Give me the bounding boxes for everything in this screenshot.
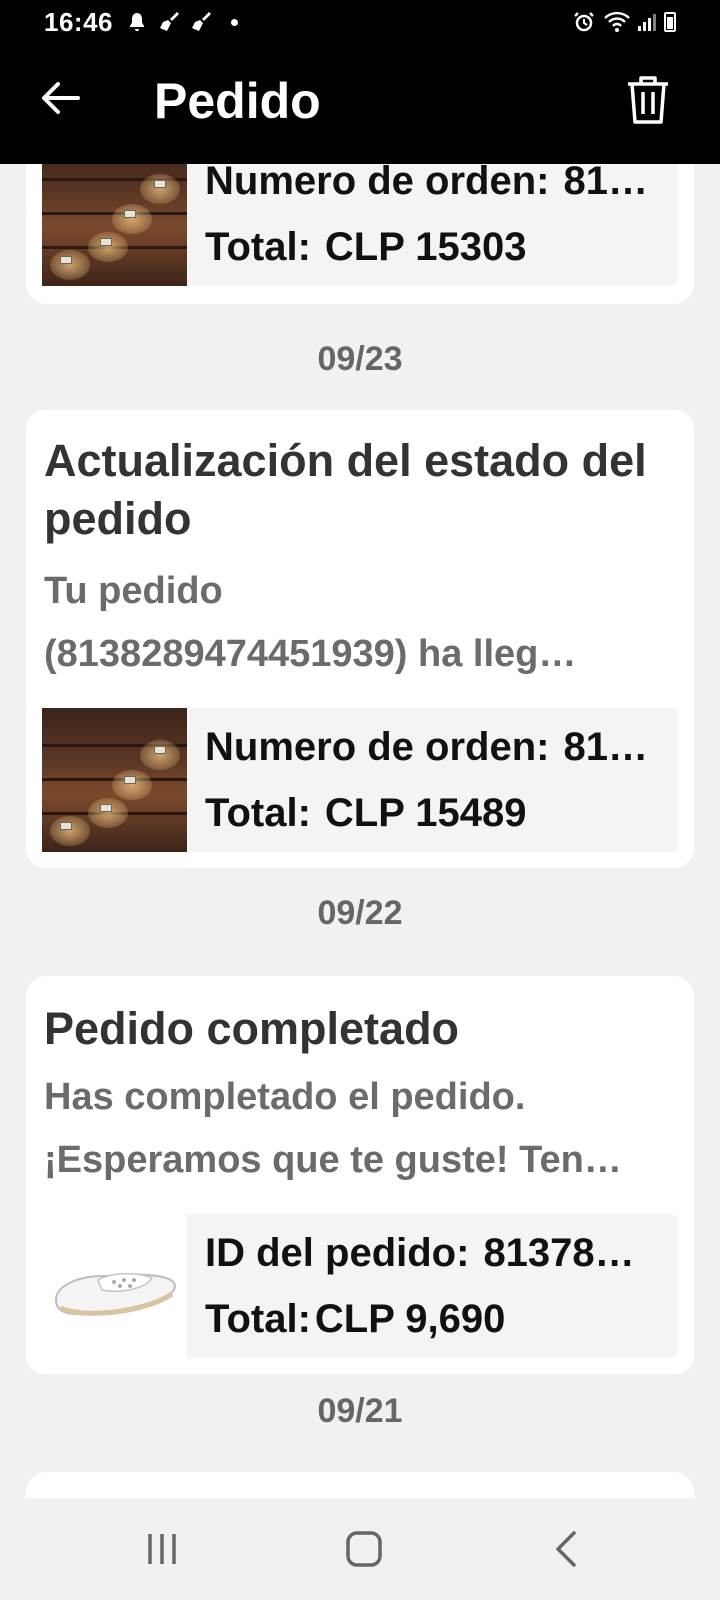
notification-icons	[125, 10, 238, 34]
order-info: Numero de orden: 81… Total: CLP 15489	[187, 708, 678, 852]
system-navigation-bar	[0, 1498, 720, 1600]
total-row: Total: CLP 9,690	[205, 1286, 678, 1352]
order-number-label: Numero de orden:	[205, 164, 550, 203]
home-icon	[346, 1531, 382, 1567]
status-bar: 16:46	[0, 0, 720, 44]
order-summary[interactable]: Numero de orden: 81… Total: CLP 15489	[42, 708, 678, 852]
total-value: CLP 15303	[324, 224, 527, 269]
order-summary[interactable]: ID del pedido: 81378… Total: CLP 9,690	[42, 1214, 678, 1358]
recents-button[interactable]	[132, 1524, 192, 1574]
order-id-row: ID del pedido: 81378…	[205, 1220, 678, 1286]
notification-text-line1: Has completado el pedido.	[44, 1076, 526, 1118]
order-notification-card[interactable]: Actualización del estado del pedido Tu p…	[26, 410, 694, 868]
delete-button[interactable]	[618, 68, 678, 132]
total-label: Total:	[205, 224, 311, 269]
product-thumbnail	[42, 708, 187, 852]
broom-icon	[192, 12, 211, 31]
stair-lights-image	[42, 164, 187, 286]
recents-icon	[148, 1534, 176, 1564]
alarm-bell-icon	[130, 13, 144, 31]
date-header: 09/21	[317, 1392, 403, 1430]
system-back-button[interactable]	[536, 1524, 596, 1574]
total-row: Total: CLP 15303	[205, 214, 678, 280]
order-summary[interactable]: Numero de orden: 81… Total: CLP 15303	[42, 164, 678, 286]
status-time: 16:46	[44, 6, 113, 37]
system-icons	[572, 10, 676, 34]
trash-icon	[628, 76, 668, 124]
more-notifications-dot	[231, 18, 238, 26]
notification-list[interactable]: Numero de orden: 81… Total: CLP 15303 09…	[0, 164, 720, 1498]
order-number-label: Numero de orden:	[205, 724, 550, 769]
order-number-row: Numero de orden: 81…	[205, 714, 678, 780]
white-shoe-image	[54, 1273, 176, 1316]
total-label: Total:	[205, 1296, 311, 1341]
order-number-row: Numero de orden: 81…	[205, 164, 678, 214]
notification-text-line1: Tu pedido	[44, 570, 223, 612]
arrow-left-icon	[42, 82, 80, 114]
notification-text-line2: ¡Esperamos que te guste! Ten…	[44, 1139, 622, 1181]
notification-title: Actualización del estado del pedido	[44, 435, 647, 544]
back-button[interactable]	[30, 68, 90, 128]
date-header: 09/22	[317, 894, 403, 932]
date-header: 09/23	[317, 340, 403, 378]
total-row: Total: CLP 15489	[205, 780, 678, 846]
notification-title: Pedido completado	[44, 1003, 460, 1054]
wifi-icon	[604, 11, 630, 32]
order-notification-card[interactable]: Pedido completado Has completado el pedi…	[26, 976, 694, 1374]
order-notification-card[interactable]	[26, 1472, 694, 1498]
order-id-value: 81378…	[483, 1230, 635, 1275]
order-id-label: ID del pedido:	[205, 1230, 470, 1275]
home-button[interactable]	[334, 1524, 394, 1574]
order-notification-card[interactable]: Numero de orden: 81… Total: CLP 15303	[26, 164, 694, 304]
battery-icon	[664, 12, 676, 32]
notification-text-line2: (8138289474451939) ha lleg…	[44, 633, 577, 675]
stair-lights-image	[42, 708, 187, 852]
order-info: ID del pedido: 81378… Total: CLP 9,690	[187, 1214, 678, 1358]
total-label: Total:	[205, 790, 311, 835]
order-info: Numero de orden: 81… Total: CLP 15303	[187, 164, 678, 286]
app-bar: Pedido	[0, 44, 720, 164]
total-value: CLP 9,690	[314, 1296, 506, 1341]
alarm-clock-icon	[574, 12, 594, 32]
product-thumbnail	[42, 1214, 187, 1358]
order-number-value: 81…	[563, 724, 648, 769]
signal-icon	[638, 13, 656, 31]
total-value: CLP 15489	[324, 790, 527, 835]
page-title: Pedido	[154, 73, 321, 129]
product-thumbnail	[42, 164, 187, 286]
order-number-value: 81…	[563, 164, 648, 203]
chevron-left-icon	[556, 1531, 576, 1567]
broom-icon	[160, 12, 179, 31]
